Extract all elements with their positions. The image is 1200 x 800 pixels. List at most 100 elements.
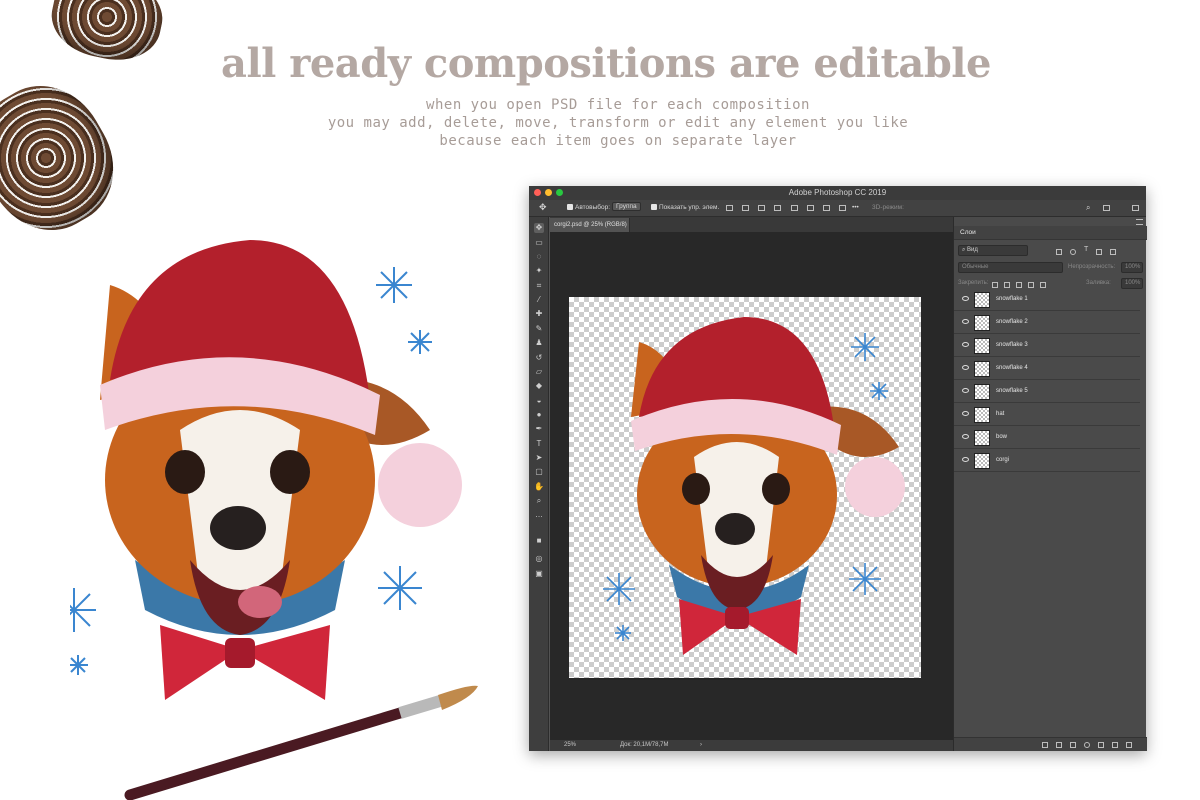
visibility-eye-icon[interactable]: [962, 342, 969, 347]
eraser-tool-icon[interactable]: ▱: [534, 367, 544, 377]
pen-tool-icon[interactable]: ✒: [534, 424, 544, 434]
more-options-icon[interactable]: •••: [852, 204, 859, 211]
lock-all-icon[interactable]: [1040, 282, 1046, 288]
layer-style-icon[interactable]: [1056, 742, 1062, 748]
layer-row[interactable]: corgi: [954, 450, 1140, 472]
document-canvas[interactable]: [569, 297, 921, 678]
visibility-eye-icon[interactable]: [962, 411, 969, 416]
show-transform-controls-checkbox[interactable]: Показать упр. элем.: [651, 204, 719, 211]
layer-row[interactable]: snowflake 1: [954, 289, 1140, 311]
hand-tool-icon[interactable]: ✋: [534, 482, 544, 492]
history-brush-tool-icon[interactable]: ↺: [534, 353, 544, 363]
new-layer-icon[interactable]: [1112, 742, 1118, 748]
blend-mode-select[interactable]: Обычные: [958, 262, 1063, 273]
lock-transparent-icon[interactable]: [992, 282, 998, 288]
lock-position-icon[interactable]: [1016, 282, 1022, 288]
panel-menu-icon[interactable]: [1136, 219, 1143, 225]
filter-adjustment-icon[interactable]: [1070, 249, 1076, 255]
screen-mode-icon[interactable]: ▣: [534, 569, 544, 579]
document-tab-label: corgi2.psd @ 25% (RGB/8): [554, 222, 627, 228]
adjustment-layer-icon[interactable]: [1084, 742, 1090, 748]
layer-row[interactable]: hat: [954, 404, 1140, 426]
search-icon[interactable]: ⌕: [1086, 203, 1090, 213]
distribute-icon[interactable]: [823, 205, 830, 211]
share-icon[interactable]: [1132, 205, 1139, 211]
layer-filter-select[interactable]: ⌕ Вид: [958, 245, 1028, 256]
new-group-icon[interactable]: [1098, 742, 1104, 748]
clone-stamp-tool-icon[interactable]: ♟: [534, 338, 544, 348]
color-swatches-icon[interactable]: ■: [534, 536, 544, 546]
align-icon[interactable]: [742, 205, 749, 211]
crop-tool-icon[interactable]: ⌗: [534, 281, 544, 291]
lasso-tool-icon[interactable]: ◌: [534, 252, 544, 262]
visibility-eye-icon[interactable]: [962, 388, 969, 393]
lock-artboard-icon[interactable]: [1028, 282, 1034, 288]
document-tab[interactable]: corgi2.psd @ 25% (RGB/8) ×: [550, 218, 630, 242]
status-menu-arrow[interactable]: ›: [700, 740, 702, 751]
layer-thumbnail: [974, 361, 990, 377]
magic-wand-tool-icon[interactable]: ✦: [534, 266, 544, 276]
minimize-window-button[interactable]: [545, 189, 552, 196]
path-selection-tool-icon[interactable]: ➤: [534, 453, 544, 463]
layer-row[interactable]: snowflake 2: [954, 312, 1140, 334]
headline: all ready compositions are editable: [221, 40, 991, 87]
paint-bucket-tool-icon[interactable]: ◆: [534, 381, 544, 391]
autoselect-checkbox[interactable]: Автовыбор:: [567, 204, 610, 211]
tab-layers[interactable]: Слои: [960, 229, 976, 236]
move-tool-icon[interactable]: ✥: [539, 202, 547, 213]
opacity-field[interactable]: 100%: [1121, 262, 1143, 273]
align-icon[interactable]: [758, 205, 765, 211]
distribute-icon[interactable]: [807, 205, 814, 211]
dodge-tool-icon[interactable]: ●: [534, 410, 544, 420]
canvas-area[interactable]: [550, 232, 953, 740]
fill-field[interactable]: 100%: [1121, 278, 1143, 289]
layer-row[interactable]: snowflake 3: [954, 335, 1140, 357]
blur-tool-icon[interactable]: ◒: [534, 396, 544, 406]
more-tools-icon[interactable]: …: [534, 510, 544, 520]
layer-row[interactable]: snowflake 5: [954, 381, 1140, 403]
layer-name: snowflake 4: [996, 365, 1028, 371]
visibility-eye-icon[interactable]: [962, 319, 969, 324]
layer-name: snowflake 5: [996, 388, 1028, 394]
tools-panel: ✥ ▭ ◌ ✦ ⌗ ⁄ ✚ ✎ ♟ ↺ ▱ ◆ ◒ ● ✒ T ➤ ▢ ✋ ⌕ … ■ ◎ ▣: [529, 217, 549, 751]
visibility-eye-icon[interactable]: [962, 296, 969, 301]
add-mask-icon[interactable]: [1070, 742, 1076, 748]
filter-type-icon[interactable]: T: [1084, 246, 1088, 253]
subtitle-line-1: when you open PSD file for each composit…: [426, 97, 810, 113]
eyedropper-tool-icon[interactable]: ⁄: [534, 295, 544, 305]
filter-pixel-icon[interactable]: [1056, 249, 1062, 255]
move-tool-icon[interactable]: ✥: [534, 223, 544, 233]
visibility-eye-icon[interactable]: [962, 434, 969, 439]
filter-smart-object-icon[interactable]: [1110, 249, 1116, 255]
delete-layer-icon[interactable]: [1126, 742, 1132, 748]
layer-thumbnail: [974, 292, 990, 308]
type-tool-icon[interactable]: T: [534, 439, 544, 449]
autoselect-dropdown[interactable]: Группа: [612, 202, 641, 211]
layers-panel: Слои ⌕ Вид T Обычные Непрозрачность: 100…: [953, 217, 1147, 751]
layer-row[interactable]: snowflake 4: [954, 358, 1140, 380]
document-size: Док: 20,1M/78,7M: [620, 742, 669, 748]
distribute-icon[interactable]: [839, 205, 846, 211]
layer-row[interactable]: bow: [954, 427, 1140, 449]
zoom-tool-icon[interactable]: ⌕: [534, 496, 544, 506]
link-layers-icon[interactable]: [1042, 742, 1048, 748]
distribute-icon[interactable]: [791, 205, 798, 211]
zoom-level[interactable]: 25%: [564, 740, 576, 751]
close-window-button[interactable]: [534, 189, 541, 196]
shape-tool-icon[interactable]: ▢: [534, 467, 544, 477]
align-icon[interactable]: [774, 205, 781, 211]
visibility-eye-icon[interactable]: [962, 365, 969, 370]
align-icon[interactable]: [726, 205, 733, 211]
brush-tool-icon[interactable]: ✎: [534, 324, 544, 334]
layer-name: corgi: [996, 457, 1010, 463]
healing-brush-tool-icon[interactable]: ✚: [534, 309, 544, 319]
visibility-eye-icon[interactable]: [962, 457, 969, 462]
workspace-icon[interactable]: [1103, 205, 1110, 211]
maximize-window-button[interactable]: [556, 189, 563, 196]
3d-mode-label: 3D-режим:: [872, 204, 904, 211]
lock-pixels-icon[interactable]: [1004, 282, 1010, 288]
layer-name: snowflake 1: [996, 296, 1028, 302]
filter-shape-icon[interactable]: [1096, 249, 1102, 255]
quick-mask-icon[interactable]: ◎: [534, 554, 544, 564]
marquee-tool-icon[interactable]: ▭: [534, 238, 544, 248]
